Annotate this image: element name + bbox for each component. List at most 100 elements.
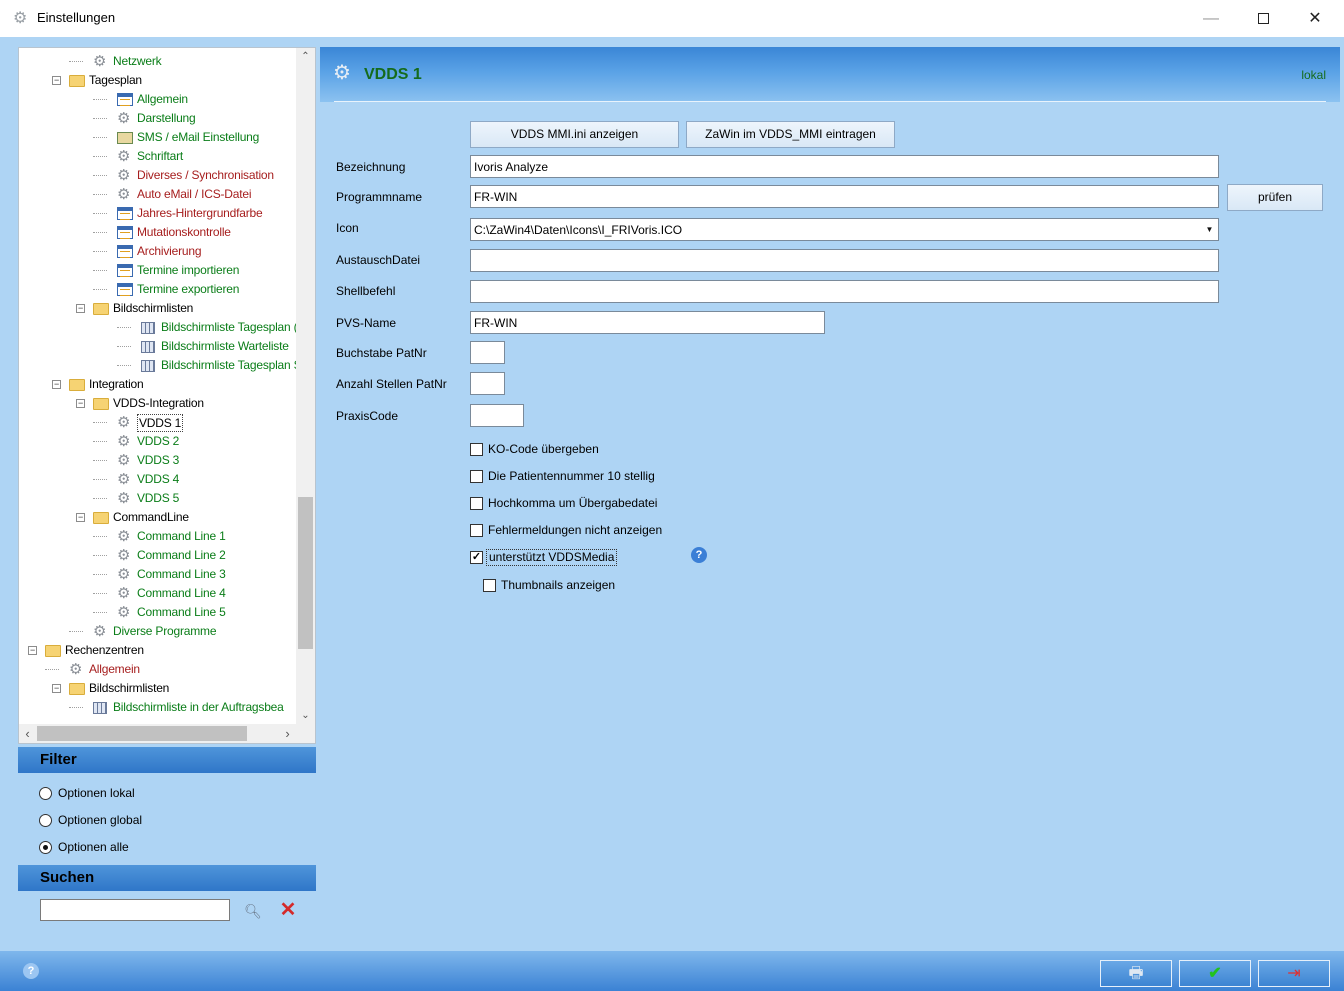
tree-item-label: Command Line 3 (137, 567, 226, 581)
radio-button[interactable] (39, 841, 52, 854)
checkbox[interactable]: ✓ (470, 551, 483, 564)
collapse-icon[interactable]: − (76, 304, 85, 313)
tree-item[interactable]: ⚙ Diverse Programme (19, 622, 296, 641)
tree-item[interactable]: − Rechenzentren (19, 641, 296, 660)
pvs-name-field[interactable] (470, 311, 825, 334)
check-program-button[interactable]: prüfen (1227, 184, 1323, 211)
tree-item[interactable]: Jahres-Hintergrundfarbe (19, 204, 296, 223)
checkbox[interactable] (470, 443, 483, 456)
collapse-icon[interactable]: − (76, 513, 85, 522)
bezeichnung-field[interactable] (470, 155, 1219, 178)
collapse-icon[interactable]: − (52, 76, 61, 85)
tree-item[interactable]: − CommandLine (19, 508, 296, 527)
tree-connector (93, 270, 107, 271)
checkbox[interactable] (470, 470, 483, 483)
gear-icon: ⚙ (117, 585, 131, 602)
tree-item-label: Jahres-Hintergrundfarbe (137, 206, 263, 220)
tree-item-label: SMS / eMail Einstellung (137, 130, 260, 144)
calendar-icon (117, 245, 133, 258)
dropdown-arrow-icon[interactable]: ▼ (1201, 220, 1218, 239)
tree-item[interactable]: ⚙ VDDS 1 (19, 413, 296, 432)
collapse-icon[interactable]: − (28, 646, 37, 655)
ok-button[interactable]: ✔ (1179, 960, 1251, 987)
checkbox[interactable] (470, 497, 483, 510)
tree-horizontal-scrollbar[interactable]: ‹ › (19, 724, 296, 743)
austauschdatei-field[interactable] (470, 249, 1219, 272)
tree-item[interactable]: ⚙ Auto eMail / ICS-Datei (19, 185, 296, 204)
tree-item[interactable]: Archivierung (19, 242, 296, 261)
radio-label: Optionen global (58, 813, 143, 827)
search-input[interactable] (40, 899, 230, 921)
tree-item[interactable]: ⚙ Command Line 1 (19, 527, 296, 546)
tree-item[interactable]: ⚙ Command Line 3 (19, 565, 296, 584)
tree-item[interactable]: Bildschirmliste in der Auftragsbea (19, 698, 296, 717)
scroll-left-arrow-icon[interactable]: ‹ (19, 724, 36, 743)
gear-icon: ⚙ (117, 414, 131, 431)
anzahl-stellen-field[interactable] (470, 372, 505, 395)
search-icon[interactable]: 🔍︎ (244, 902, 262, 920)
scroll-right-arrow-icon[interactable]: › (279, 724, 296, 743)
tree-item[interactable]: ⚙ Allgemein (19, 660, 296, 679)
tree-item[interactable]: − Tagesplan (19, 71, 296, 90)
scroll-thumb[interactable] (298, 497, 313, 649)
shellbefehl-label: Shellbefehl (336, 284, 396, 298)
checkbox[interactable] (483, 579, 496, 592)
close-button[interactable]: ✕ (1292, 0, 1338, 37)
shellbefehl-field[interactable] (470, 280, 1219, 303)
tree-item-label: Diverses / Synchronisation (137, 168, 274, 182)
tree-item[interactable]: Bildschirmliste Warteliste (19, 337, 296, 356)
programmname-field[interactable] (470, 185, 1219, 208)
tree-item[interactable]: ⚙ VDDS 5 (19, 489, 296, 508)
hscroll-thumb[interactable] (37, 726, 247, 741)
gear-icon: ⚙ (93, 623, 107, 640)
tree-connector (117, 346, 131, 347)
icon-path-select[interactable] (470, 218, 1219, 241)
radio-button[interactable] (39, 787, 52, 800)
tree-item[interactable]: − Bildschirmlisten (19, 299, 296, 318)
tree-item[interactable]: ⚙ Command Line 4 (19, 584, 296, 603)
tree-item[interactable]: ⚙ Schriftart (19, 147, 296, 166)
help-icon[interactable]: ? (691, 547, 707, 563)
window-title: Einstellungen (37, 10, 116, 25)
checkbox[interactable] (470, 524, 483, 537)
minimize-button[interactable]: — (1188, 0, 1234, 37)
tree-vertical-scrollbar[interactable]: ⌃ ⌄ (296, 48, 315, 724)
tree-item[interactable]: ⚙ Command Line 2 (19, 546, 296, 565)
collapse-icon[interactable]: − (76, 399, 85, 408)
register-zawin-button[interactable]: ZaWin im VDDS_MMI eintragen (686, 121, 895, 148)
tree-item[interactable]: ⚙ VDDS 3 (19, 451, 296, 470)
help-icon[interactable]: ? (23, 963, 39, 979)
tree-item-label: VDDS 3 (137, 453, 180, 467)
show-mmi-ini-button[interactable]: VDDS MMI.ini anzeigen (470, 121, 679, 148)
tree-item[interactable]: Bildschirmliste Tagesplan SI (19, 356, 296, 375)
gear-icon: ⚙ (93, 53, 107, 70)
tree-connector (69, 61, 83, 62)
tree-item[interactable]: ⚙ Command Line 5 (19, 603, 296, 622)
maximize-button[interactable] (1240, 0, 1286, 37)
header-divider (334, 101, 1326, 102)
radio-button[interactable] (39, 814, 52, 827)
tree-item[interactable]: ⚙ Diverses / Synchronisation (19, 166, 296, 185)
tree-item[interactable]: Mutationskontrolle (19, 223, 296, 242)
tree-item[interactable]: − Bildschirmlisten (19, 679, 296, 698)
tree-item[interactable]: Termine importieren (19, 261, 296, 280)
collapse-icon[interactable]: − (52, 380, 61, 389)
tree-item[interactable]: − Integration (19, 375, 296, 394)
tree-item[interactable]: ⚙ Netzwerk (19, 52, 296, 71)
clear-search-icon[interactable]: ✕ (278, 900, 298, 920)
buchstabe-patnr-field[interactable] (470, 341, 505, 364)
praxiscode-field[interactable] (470, 404, 524, 427)
collapse-icon[interactable]: − (52, 684, 61, 693)
tree-item[interactable]: Bildschirmliste Tagesplan (T (19, 318, 296, 337)
tree-item[interactable]: − VDDS-Integration (19, 394, 296, 413)
print-button[interactable]: 🖶 (1100, 960, 1172, 987)
tree-item[interactable]: SMS / eMail Einstellung (19, 128, 296, 147)
scroll-up-arrow-icon[interactable]: ⌃ (296, 48, 315, 65)
scroll-down-arrow-icon[interactable]: ⌄ (296, 707, 315, 724)
tree-item[interactable]: Termine exportieren (19, 280, 296, 299)
tree-item[interactable]: ⚙ Darstellung (19, 109, 296, 128)
exit-button[interactable]: ⇥ (1258, 960, 1330, 987)
tree-item[interactable]: ⚙ VDDS 4 (19, 470, 296, 489)
tree-item[interactable]: Allgemein (19, 90, 296, 109)
tree-item[interactable]: ⚙ VDDS 2 (19, 432, 296, 451)
